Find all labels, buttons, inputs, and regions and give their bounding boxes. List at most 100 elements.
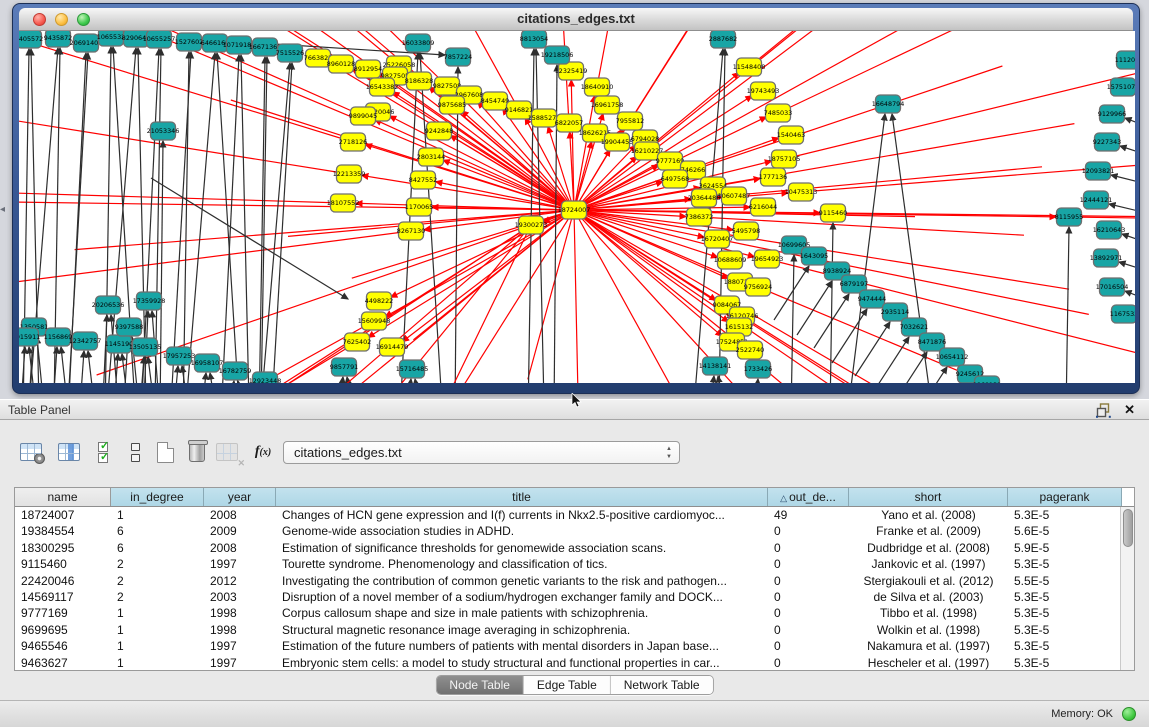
- column-header-pagerank[interactable]: pagerank: [1008, 488, 1122, 506]
- tab-edge-table[interactable]: Edge Table: [524, 676, 611, 694]
- status-bar: Memory: OK: [0, 700, 1149, 727]
- table-row[interactable]: 2242004622012Investigating the contribut…: [15, 573, 1134, 589]
- function-builder-icon[interactable]: f(x): [246, 439, 280, 465]
- graph-edge: [406, 379, 411, 383]
- column-header-in_degree[interactable]: in_degree: [111, 488, 204, 506]
- float-panel-icon[interactable]: [1096, 403, 1111, 418]
- table-cell: de Silva et al. (2003): [849, 589, 1008, 605]
- graph-edge: [173, 366, 178, 383]
- graph-node-label: 7515526: [276, 49, 304, 57]
- graph-node-label: 9435872: [44, 34, 72, 42]
- column-header-out_de[interactable]: △out_de...: [768, 488, 849, 506]
- node-table: namein_degreeyeartitle△out_de...shortpag…: [14, 487, 1135, 671]
- scrollbar-thumb[interactable]: [1123, 509, 1133, 547]
- graph-node-label: 8912954: [354, 65, 382, 73]
- table-cell: 5.3E-5: [1008, 589, 1122, 605]
- table-cell: 9115460: [15, 556, 111, 572]
- table-cell: 5.3E-5: [1008, 655, 1122, 671]
- table-cell: 22420046: [15, 573, 111, 589]
- graph-node-label: 8267130: [397, 227, 425, 235]
- graph-node-label: 1527602: [175, 38, 203, 46]
- tab-node-table[interactable]: Node Table: [436, 676, 524, 694]
- column-header-year[interactable]: year: [204, 488, 276, 506]
- select-rows-icon[interactable]: [90, 439, 116, 465]
- tab-network-table[interactable]: Network Table: [611, 676, 713, 694]
- graph-node-label: 6216044: [749, 203, 777, 211]
- table-cell: 0: [768, 622, 849, 638]
- graph-edge: [390, 116, 574, 210]
- panel-collapse-arrow[interactable]: ◂: [0, 204, 5, 215]
- graph-edge: [709, 376, 714, 383]
- graph-edge: [217, 53, 239, 383]
- vertical-scrollbar[interactable]: [1120, 507, 1134, 670]
- window-titlebar[interactable]: citations_edges.txt: [19, 8, 1133, 31]
- column-header-name[interactable]: name: [15, 488, 111, 506]
- table-cell: Yano et al. (2008): [849, 507, 1008, 523]
- graph-edge: [79, 351, 84, 383]
- table-cell: Jankovic et al. (1997): [849, 556, 1008, 572]
- table-toolbar: ✕ f(x) citations_edges.txt ▲▼: [0, 433, 1149, 473]
- table-cell: 2008: [204, 507, 276, 523]
- graph-node-label: 19743493: [747, 87, 780, 95]
- table-row[interactable]: 1938455462009Genome-wide association stu…: [15, 523, 1134, 539]
- delete-table-icon[interactable]: ✕: [214, 439, 240, 465]
- graph-node-label: 12923448: [249, 377, 282, 383]
- row-height-icon[interactable]: [122, 439, 148, 465]
- graph-node-label: 18640910: [581, 83, 614, 91]
- table-cell: 5.3E-5: [1008, 605, 1122, 621]
- table-row[interactable]: 946554611997Estimation of the future num…: [15, 638, 1134, 654]
- delete-rows-icon[interactable]: [184, 439, 210, 465]
- table-selector-dropdown[interactable]: citations_edges.txt ▲▼: [283, 441, 680, 464]
- table-panel-title: Table Panel: [8, 403, 71, 417]
- graph-edge: [1120, 146, 1135, 156]
- table-cell: 5.3E-5: [1008, 556, 1122, 572]
- table-cell: 5.3E-5: [1008, 507, 1122, 523]
- column-header-title[interactable]: title: [276, 488, 768, 506]
- graph-node-label: 9397588: [115, 323, 143, 331]
- table-row[interactable]: 911546021997Tourette syndrome. Phenomeno…: [15, 556, 1134, 572]
- column-header-short[interactable]: short: [849, 488, 1008, 506]
- close-panel-icon[interactable]: ✕: [1124, 402, 1135, 418]
- table-cell: 2: [111, 573, 204, 589]
- graph-node-label: 18724007: [558, 206, 591, 214]
- table-row[interactable]: 1872400712008Changes of HCN gene express…: [15, 507, 1134, 523]
- table-row[interactable]: 1456911722003Disruption of a novel membe…: [15, 589, 1134, 605]
- table-cell: 9465546: [15, 638, 111, 654]
- table-row[interactable]: 969969511998Structural magnetic resonanc…: [15, 622, 1134, 638]
- table-body: 1872400712008Changes of HCN gene express…: [15, 507, 1134, 671]
- network-canvas[interactable]: 1872400776638228960128891295425226058982…: [19, 31, 1135, 383]
- graph-node-label: 8471876: [918, 338, 946, 346]
- table-settings-icon[interactable]: [18, 439, 44, 465]
- new-table-icon[interactable]: [152, 439, 178, 465]
- graph-edge: [755, 379, 758, 383]
- table-cell: 5.6E-5: [1008, 523, 1122, 539]
- table-cell: 2: [111, 589, 204, 605]
- graph-edge: [791, 255, 794, 383]
- graph-edge: [704, 167, 1042, 198]
- table-row[interactable]: 1830029562008Estimation of significance …: [15, 540, 1134, 556]
- graph-node-label: 8938924: [823, 267, 851, 275]
- table-cell: 1: [111, 638, 204, 654]
- app-root: { "window": { "title": "citations_edges.…: [0, 0, 1149, 727]
- graph-node-label: 6822057: [555, 119, 583, 127]
- table-cell: Estimation of the future numbers of pati…: [276, 638, 768, 654]
- table-cell: 5.3E-5: [1008, 622, 1122, 638]
- graph-edge: [797, 281, 832, 335]
- sort-ascending-icon: △: [780, 493, 787, 503]
- graph-node-label: 2887682: [709, 35, 737, 43]
- table-row[interactable]: 977716911998Corpus callosum shape and si…: [15, 605, 1134, 621]
- table-cell: 2012: [204, 573, 276, 589]
- network-view-window: citations_edges.txt 18724007766382289601…: [12, 3, 1140, 394]
- graph-node-label: 1615132: [725, 323, 753, 331]
- graph-edge: [19, 80, 349, 174]
- graph-node-label: 15609948: [358, 317, 391, 325]
- memory-ok-indicator[interactable]: [1122, 707, 1136, 721]
- table-cell: 1998: [204, 605, 276, 621]
- graph-node-label: 8427552: [409, 176, 437, 184]
- graph-node-label: 18107552: [327, 199, 360, 207]
- graph-node-label: 9242848: [425, 127, 453, 135]
- table-cell: Changes of HCN gene expression and I(f) …: [276, 507, 768, 523]
- table-cell: Corpus callosum shape and size in male p…: [276, 605, 768, 621]
- column-visibility-icon[interactable]: [56, 439, 82, 465]
- table-row[interactable]: 946362711997Embryonic stem cells: a mode…: [15, 655, 1134, 671]
